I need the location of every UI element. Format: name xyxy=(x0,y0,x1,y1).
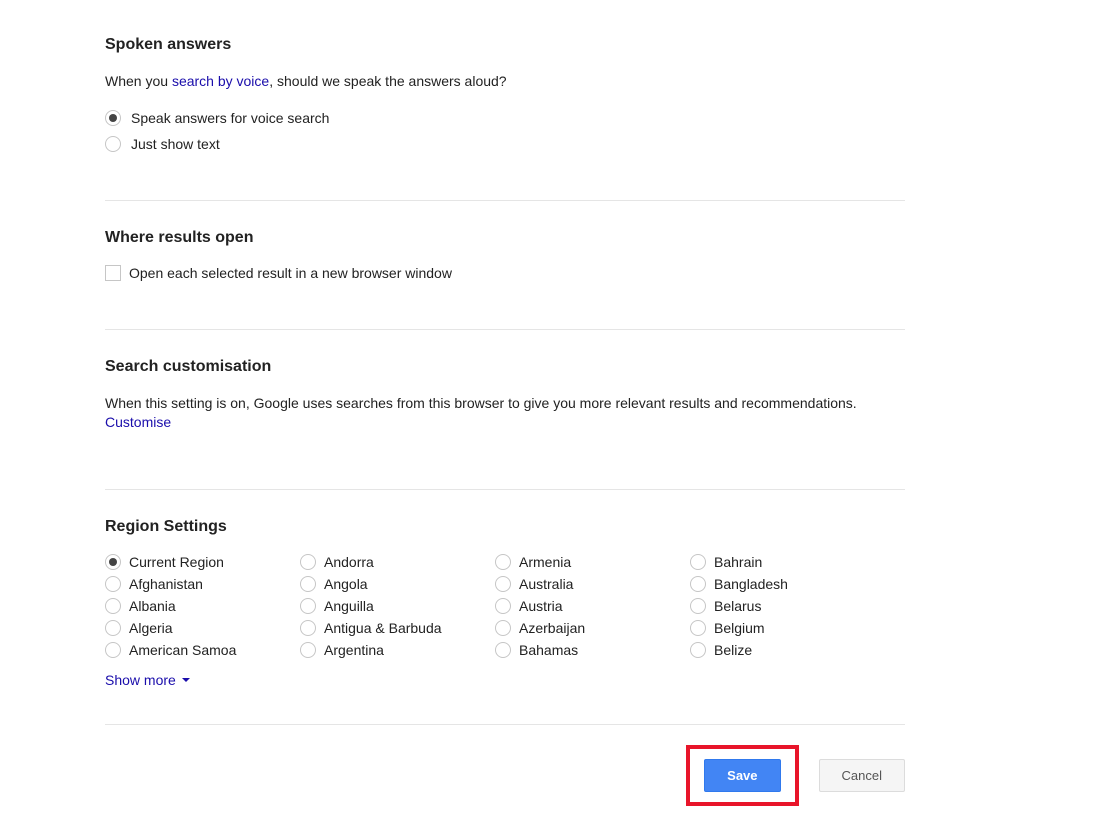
region-label: Belgium xyxy=(714,620,765,636)
spoken-answers-section: Spoken answers When you search by voice,… xyxy=(105,36,905,182)
region-label: Albania xyxy=(129,598,176,614)
radio-icon[interactable] xyxy=(690,642,706,658)
region-label: Armenia xyxy=(519,554,571,570)
divider xyxy=(105,329,905,330)
radio-label: Just show text xyxy=(131,136,220,152)
region-option[interactable]: Belarus xyxy=(690,598,885,614)
radio-icon[interactable] xyxy=(105,110,121,126)
spoken-answers-title: Spoken answers xyxy=(105,36,905,54)
region-label: Antigua & Barbuda xyxy=(324,620,442,636)
region-option[interactable]: Antigua & Barbuda xyxy=(300,620,495,636)
region-option[interactable]: Angola xyxy=(300,576,495,592)
region-label: Algeria xyxy=(129,620,173,636)
region-settings-section: Region Settings Current Region Andorra Arm… xyxy=(105,518,905,714)
region-label: Belarus xyxy=(714,598,761,614)
radio-icon[interactable] xyxy=(495,642,511,658)
search-customisation-description: When this setting is on, Google uses sea… xyxy=(105,394,905,433)
region-label: Current Region xyxy=(129,554,224,570)
region-label: Australia xyxy=(519,576,573,592)
spoken-desc-after: , should we speak the answers aloud? xyxy=(269,73,506,89)
region-label: Austria xyxy=(519,598,563,614)
region-option[interactable]: Anguilla xyxy=(300,598,495,614)
where-results-open-title: Where results open xyxy=(105,229,905,247)
radio-label: Speak answers for voice search xyxy=(131,110,329,126)
region-option[interactable]: Armenia xyxy=(495,554,690,570)
search-by-voice-link[interactable]: search by voice xyxy=(172,73,269,89)
region-label: Afghanistan xyxy=(129,576,203,592)
region-option[interactable]: Current Region xyxy=(105,554,300,570)
divider xyxy=(105,724,905,725)
region-option[interactable]: Afghanistan xyxy=(105,576,300,592)
customisation-desc-text: When this setting is on, Google uses sea… xyxy=(105,395,857,411)
radio-icon[interactable] xyxy=(105,576,121,592)
region-label: Andorra xyxy=(324,554,374,570)
region-label: Angola xyxy=(324,576,368,592)
region-option[interactable]: Bahrain xyxy=(690,554,885,570)
region-label: Argentina xyxy=(324,642,384,658)
caret-down-icon xyxy=(182,678,190,682)
radio-icon[interactable] xyxy=(105,642,121,658)
show-more-link[interactable]: Show more xyxy=(105,672,190,694)
radio-icon[interactable] xyxy=(300,554,316,570)
region-label: Belize xyxy=(714,642,752,658)
open-new-window-checkbox-row[interactable]: Open each selected result in a new brows… xyxy=(105,265,905,281)
customise-link[interactable]: Customise xyxy=(105,414,171,430)
where-results-open-section: Where results open Open each selected re… xyxy=(105,229,905,311)
spoken-answer-option[interactable]: Just show text xyxy=(105,136,905,152)
radio-icon[interactable] xyxy=(105,620,121,636)
region-option[interactable]: Albania xyxy=(105,598,300,614)
button-row: Save Cancel xyxy=(105,745,905,836)
radio-icon[interactable] xyxy=(105,554,121,570)
radio-icon[interactable] xyxy=(105,598,121,614)
radio-icon[interactable] xyxy=(300,620,316,636)
radio-icon[interactable] xyxy=(495,576,511,592)
region-option[interactable]: Bahamas xyxy=(495,642,690,658)
region-option[interactable]: Algeria xyxy=(105,620,300,636)
region-option[interactable]: Andorra xyxy=(300,554,495,570)
radio-icon[interactable] xyxy=(690,598,706,614)
save-button-highlight: Save xyxy=(686,745,798,806)
divider xyxy=(105,489,905,490)
spoken-answer-option[interactable]: Speak answers for voice search xyxy=(105,110,905,126)
region-option[interactable]: Argentina xyxy=(300,642,495,658)
region-label: Bahrain xyxy=(714,554,762,570)
radio-icon[interactable] xyxy=(690,576,706,592)
radio-icon[interactable] xyxy=(300,642,316,658)
region-option[interactable]: Bangladesh xyxy=(690,576,885,592)
search-customisation-title: Search customisation xyxy=(105,358,905,376)
divider xyxy=(105,200,905,201)
radio-icon[interactable] xyxy=(300,576,316,592)
region-label: American Samoa xyxy=(129,642,236,658)
spoken-answers-description: When you search by voice, should we spea… xyxy=(105,72,905,92)
search-customisation-section: Search customisation When this setting i… xyxy=(105,358,905,471)
region-label: Azerbaijan xyxy=(519,620,585,636)
radio-icon[interactable] xyxy=(495,598,511,614)
region-label: Bahamas xyxy=(519,642,578,658)
region-option[interactable]: Belize xyxy=(690,642,885,658)
region-option[interactable]: Belgium xyxy=(690,620,885,636)
save-button[interactable]: Save xyxy=(704,759,780,792)
radio-icon[interactable] xyxy=(690,620,706,636)
radio-icon[interactable] xyxy=(495,620,511,636)
region-option[interactable]: Austria xyxy=(495,598,690,614)
open-new-window-label: Open each selected result in a new brows… xyxy=(129,265,452,281)
open-new-window-checkbox[interactable] xyxy=(105,265,121,281)
cancel-button[interactable]: Cancel xyxy=(819,759,905,792)
region-option[interactable]: Azerbaijan xyxy=(495,620,690,636)
region-label: Anguilla xyxy=(324,598,374,614)
region-settings-title: Region Settings xyxy=(105,518,905,536)
spoken-desc-before: When you xyxy=(105,73,172,89)
region-option[interactable]: Australia xyxy=(495,576,690,592)
radio-icon[interactable] xyxy=(690,554,706,570)
radio-icon[interactable] xyxy=(495,554,511,570)
radio-icon[interactable] xyxy=(300,598,316,614)
show-more-label: Show more xyxy=(105,672,176,688)
radio-icon[interactable] xyxy=(105,136,121,152)
region-label: Bangladesh xyxy=(714,576,788,592)
region-option[interactable]: American Samoa xyxy=(105,642,300,658)
